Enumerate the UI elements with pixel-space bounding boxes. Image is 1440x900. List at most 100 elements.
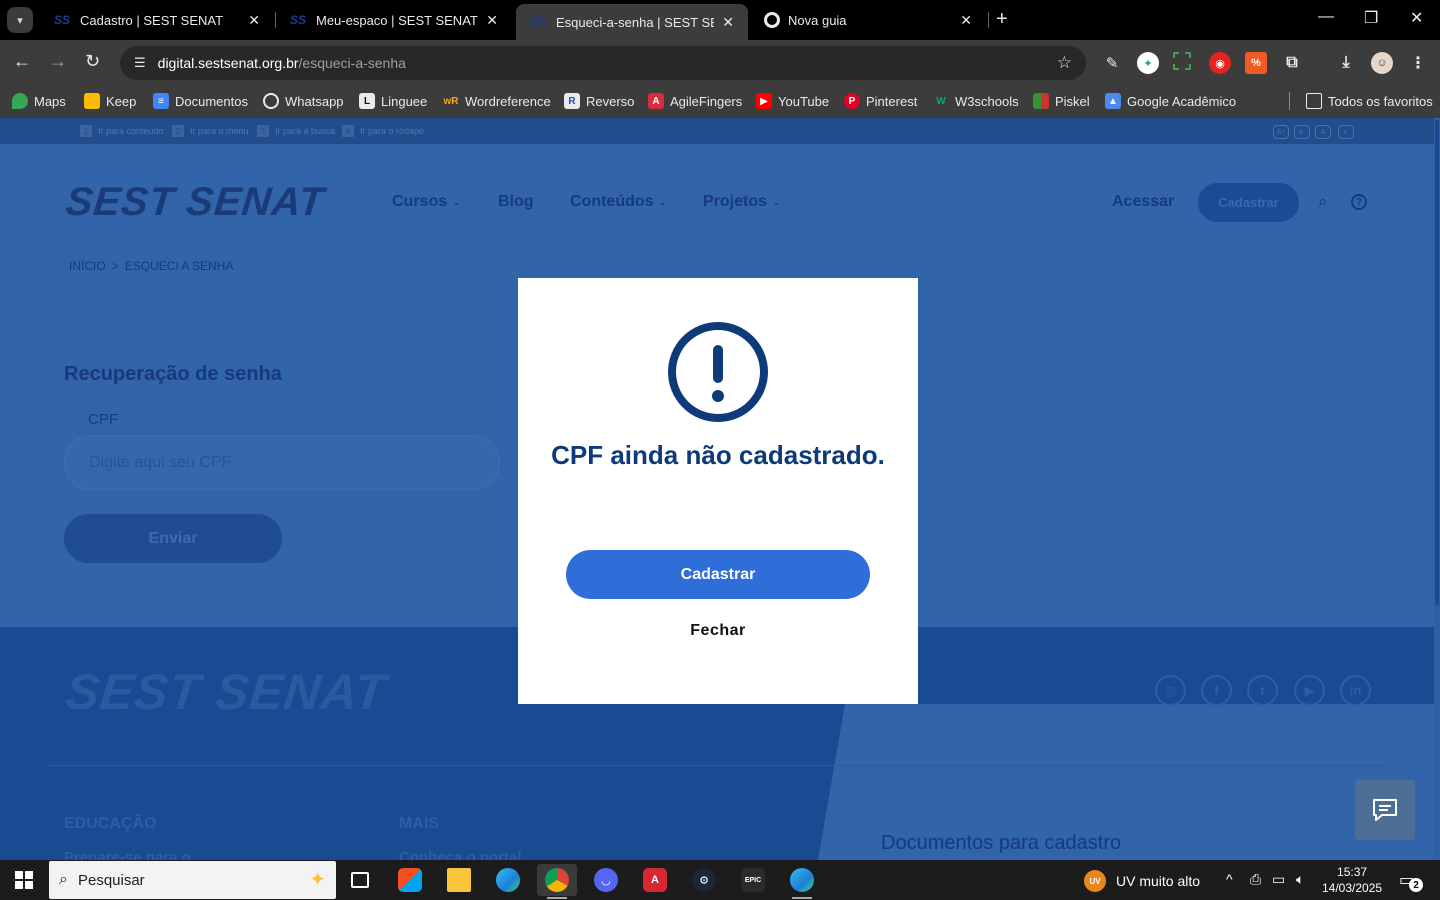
pen-extension-icon[interactable]: ✎ xyxy=(1101,52,1123,74)
bookmark-pinterest[interactable]: P Pinterest xyxy=(844,93,917,109)
font-increase-button[interactable]: A+ xyxy=(1273,125,1289,139)
site-info-icon[interactable]: ☰ xyxy=(134,55,146,71)
profile-avatar[interactable]: ☺ xyxy=(1371,52,1393,74)
network-icon[interactable]: ▭ xyxy=(1272,871,1285,888)
footer-educacao-link[interactable]: Prepare-se para o xyxy=(64,849,191,860)
modal-fechar-button[interactable]: Fechar xyxy=(518,622,918,640)
meet-icon[interactable]: ⎙ xyxy=(1250,871,1261,888)
bookmark-linguee[interactable]: L Linguee xyxy=(359,93,427,109)
search-icon[interactable]: ⌕ xyxy=(1318,192,1328,212)
skip-link-menu[interactable]: 2 Ir para o menu xyxy=(172,125,249,137)
tab-cadastro[interactable]: SS Cadastro | SEST SENAT ✕ xyxy=(40,0,274,40)
nav-conteudos[interactable]: Conteúdos ⌄ xyxy=(570,193,667,211)
menu-dots-icon[interactable]: ⋮ xyxy=(1407,52,1429,74)
header-cadastrar-button[interactable]: Cadastrar xyxy=(1198,183,1299,222)
close-icon[interactable]: ✕ xyxy=(248,12,260,29)
bookmark-whatsapp[interactable]: Whatsapp xyxy=(263,93,344,109)
close-icon[interactable]: ✕ xyxy=(722,14,734,31)
acessar-link[interactable]: Acessar xyxy=(1112,193,1174,211)
steam-icon[interactable]: ⚙ xyxy=(684,864,724,896)
skip-link-search[interactable]: 3 Ir para a busca xyxy=(257,125,335,137)
nav-cursos[interactable]: Cursos ⌄ xyxy=(392,193,461,211)
task-view-icon[interactable] xyxy=(340,864,380,896)
bookmark-wordreference[interactable]: wR Wordreference xyxy=(443,93,551,109)
all-bookmarks[interactable]: Todos os favoritos xyxy=(1306,93,1433,109)
accessibility-skip-bar: 1 Ir para conteúdo 2 Ir para o menu 3 Ir pa… xyxy=(0,118,1440,144)
store-icon[interactable] xyxy=(390,864,430,896)
notifications-icon[interactable]: ▭ 2 xyxy=(1399,870,1423,892)
bookmark-reverso[interactable]: R Reverso xyxy=(564,93,634,109)
tab-meu-espaco[interactable]: SS Meu-espaco | SEST SENAT ✕ xyxy=(276,0,512,40)
back-icon[interactable]: ← xyxy=(13,51,31,72)
extension-red-icon[interactable]: ◉ xyxy=(1209,52,1231,74)
tab-esqueci-a-senha[interactable]: SS Esqueci-a-senha | SEST SENAT ✕ xyxy=(516,4,748,40)
font-reset-button[interactable]: A xyxy=(1315,125,1331,139)
forward-icon[interactable]: → xyxy=(49,51,67,72)
weather-widget[interactable]: UV UV muito alto xyxy=(1084,870,1200,892)
nav-projetos[interactable]: Projetos ⌄ xyxy=(703,193,780,211)
chrome-taskbar-icon[interactable] xyxy=(537,864,577,899)
font-decrease-button[interactable]: a- xyxy=(1294,125,1310,139)
documentos-cadastro-link[interactable]: Documentos para cadastro xyxy=(881,832,1121,855)
bookmark-youtube[interactable]: ▶ YouTube xyxy=(756,93,829,109)
edge-secondary-icon[interactable] xyxy=(782,864,822,899)
linkedin-icon[interactable]: in xyxy=(1340,675,1371,706)
file-explorer-icon[interactable] xyxy=(439,864,479,896)
bookmark-keep[interactable]: Keep xyxy=(84,93,136,109)
instagram-icon[interactable]: ◎ xyxy=(1155,675,1186,706)
modal-cadastrar-button[interactable]: Cadastrar xyxy=(566,550,870,599)
skip-link-content[interactable]: 1 Ir para conteúdo xyxy=(80,125,164,137)
acrobat-icon[interactable]: A xyxy=(635,864,675,896)
minimize-icon[interactable]: — xyxy=(1318,8,1334,26)
window-close-icon[interactable]: ✕ xyxy=(1410,8,1423,28)
volume-icon[interactable]: 🔈︎ xyxy=(1296,871,1304,888)
agilefingers-icon: A xyxy=(648,93,664,109)
epic-games-icon[interactable]: EPIC xyxy=(733,864,773,896)
edge-icon[interactable] xyxy=(488,864,528,896)
clock[interactable]: 15:37 14/03/2025 xyxy=(1322,864,1382,896)
cpf-input[interactable] xyxy=(64,435,500,490)
chevron-up-icon[interactable]: ^ xyxy=(1226,871,1233,887)
bookmark-google-academico[interactable]: ▲ Google Acadêmico xyxy=(1105,93,1236,109)
restore-icon[interactable]: ❐ xyxy=(1364,8,1378,28)
bookmark-w3schools[interactable]: W W3schools xyxy=(933,93,1018,109)
contrast-button[interactable]: ◐ xyxy=(1338,125,1354,139)
facebook-icon[interactable]: f xyxy=(1201,675,1232,706)
bookmark-star-icon[interactable]: ☆ xyxy=(1057,53,1072,73)
tab-search-button[interactable]: ▾ xyxy=(7,7,33,33)
extensions-puzzle-icon[interactable]: ⧉ xyxy=(1281,52,1303,74)
reload-icon[interactable]: ↻ xyxy=(85,51,100,72)
nav-label: Projetos xyxy=(703,193,768,210)
twitter-icon[interactable]: t xyxy=(1247,675,1278,706)
nav-blog[interactable]: Blog xyxy=(498,193,534,211)
page-scrollbar[interactable] xyxy=(1434,118,1440,860)
sest-senat-logo[interactable]: SEST SENAT xyxy=(64,180,327,225)
enviar-button[interactable]: Enviar xyxy=(64,514,282,563)
help-icon[interactable]: ? xyxy=(1351,194,1367,210)
extension-green-icon[interactable]: ✦ xyxy=(1137,52,1159,74)
w3schools-icon: W xyxy=(936,95,946,107)
youtube-icon[interactable]: ▶ xyxy=(1294,675,1325,706)
footer-mais-link[interactable]: Conheça o portal xyxy=(399,849,522,860)
discord-icon[interactable]: ◡ xyxy=(586,864,626,896)
chat-button[interactable] xyxy=(1355,780,1415,840)
bookmark-documentos[interactable]: ≡ Documentos xyxy=(153,93,248,109)
bookmark-agilefingers[interactable]: A AgileFingers xyxy=(648,93,742,109)
taskbar-search[interactable]: ⌕ Pesquisar ✦ xyxy=(49,861,336,899)
windows-start-icon[interactable] xyxy=(15,871,33,889)
skip-link-footer[interactable]: 4 Ir para o rodapé xyxy=(342,125,424,137)
screenshot-extension-icon[interactable] xyxy=(1173,52,1191,70)
breadcrumb-home[interactable]: INÍCIO xyxy=(69,259,106,273)
new-tab-button[interactable]: + xyxy=(996,8,1008,31)
address-bar[interactable]: ☰ digital.sestsenat.org.br/esqueci-a-sen… xyxy=(120,46,1086,80)
scrollbar-thumb[interactable] xyxy=(1435,120,1439,605)
close-icon[interactable]: ✕ xyxy=(486,12,498,29)
extension-orange-icon[interactable]: % xyxy=(1245,52,1267,74)
bookmark-maps[interactable]: Maps xyxy=(12,93,66,109)
tab-nova-guia[interactable]: Nova guia ✕ xyxy=(750,0,986,40)
close-icon[interactable]: ✕ xyxy=(960,12,972,29)
bookmark-piskel[interactable]: Piskel xyxy=(1033,93,1090,109)
alert-modal: CPF ainda não cadastrado. Cadastrar Fech… xyxy=(518,278,918,704)
download-icon[interactable]: ⤓ xyxy=(1335,52,1357,74)
search-icon: ⌕ xyxy=(59,871,68,888)
